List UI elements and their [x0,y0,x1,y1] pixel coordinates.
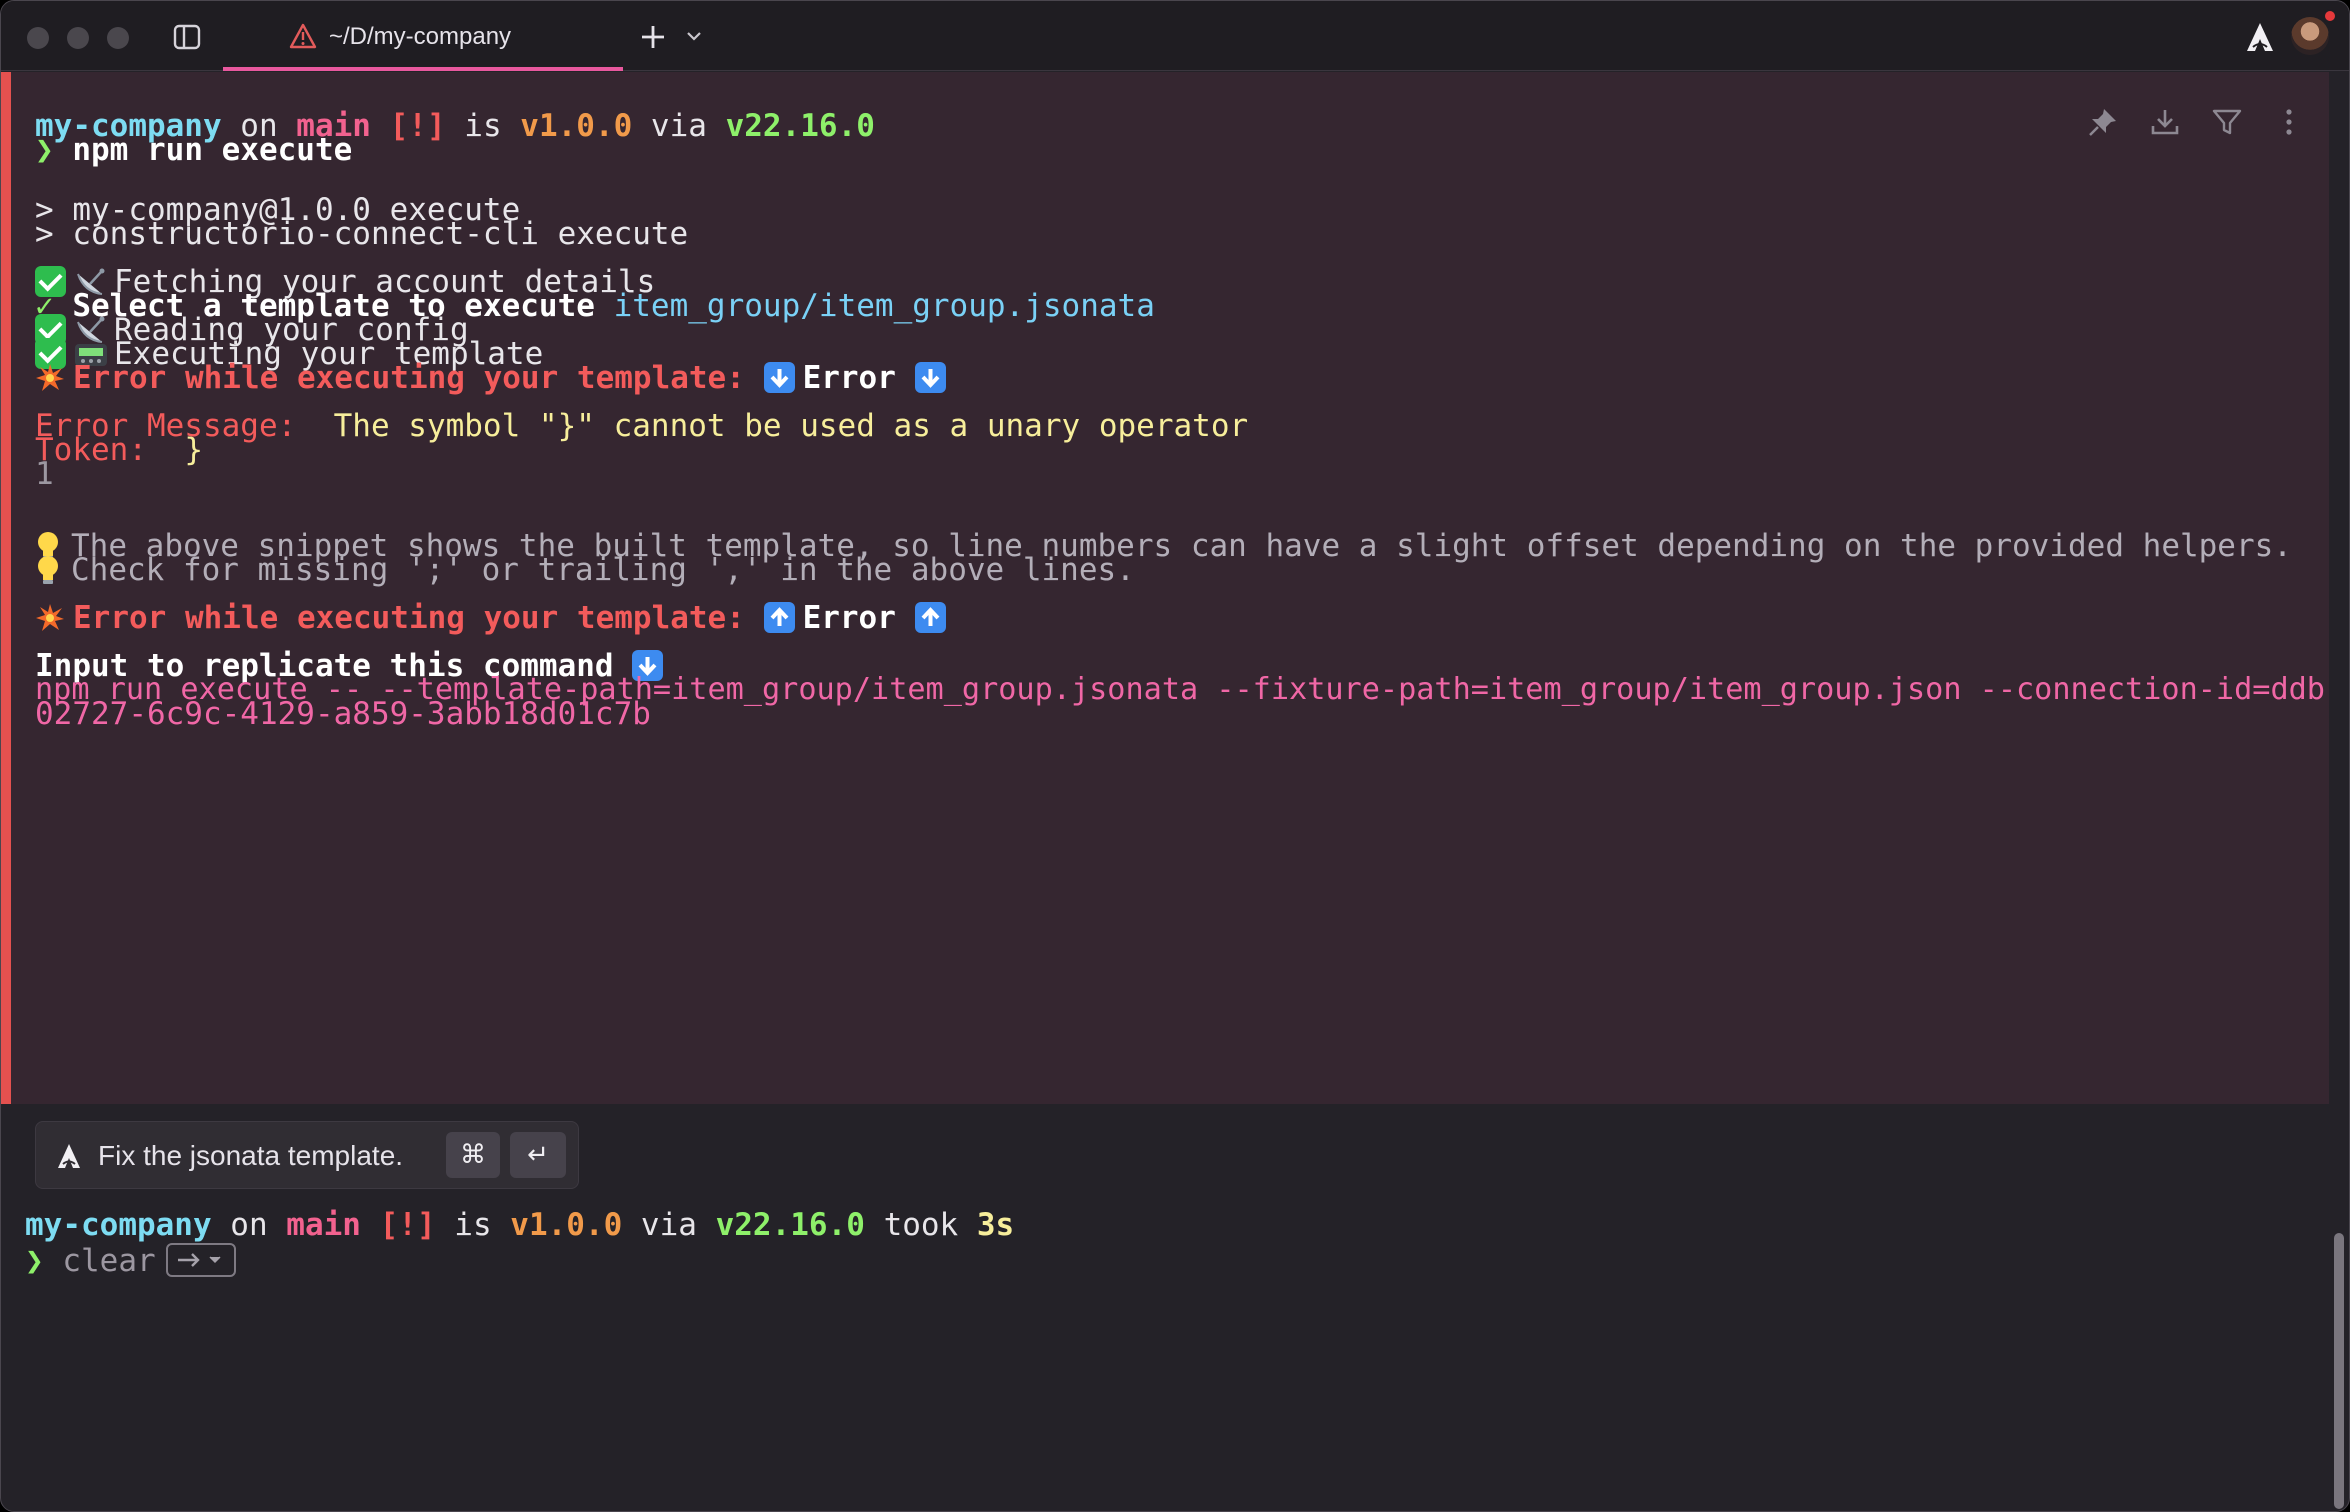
input-line[interactable]: ❯ clear [25,1243,236,1279]
lightbulb-icon [38,556,58,584]
block-actions [2087,106,2305,138]
notification-badge [2323,9,2337,23]
arrow-up-icon [763,602,795,633]
selected-template: item_group/item_group.jsonata [613,288,1155,324]
arrow-right-icon [177,1253,221,1267]
minimize-window-button[interactable] [67,27,89,49]
git-status: [!] [389,108,446,144]
command-duration: 3s [976,1207,1015,1243]
prompt-dir: my-company [25,1207,212,1243]
command-line: ❯ npm run execute [35,132,352,168]
tab-my-company[interactable]: ~/D/my-company [223,1,623,71]
sidebar-toggle-icon[interactable] [173,23,201,51]
download-icon[interactable] [2149,106,2181,138]
ghost-command: clear [62,1243,156,1279]
command-output-block[interactable]: my-company on main [!] is v1.0.0 via v22… [1,72,2329,1104]
scrollbar-thumb[interactable] [2334,1233,2344,1509]
avatar[interactable] [2291,17,2329,55]
app-logo-icon [58,1144,80,1168]
close-window-button[interactable] [27,27,49,49]
chevron-down-icon[interactable] [685,29,703,43]
error-header-text: Error while executing your template: [73,360,745,396]
active-tab-indicator [223,67,623,71]
error-word: Error [802,360,896,396]
error-header-up: Error while executing your template: Err… [35,600,954,636]
package-version: v1.0.0 [510,1207,623,1243]
node-version: v22.16.0 [715,1207,865,1243]
arrow-down-icon [914,362,946,393]
token-value: } [184,432,203,468]
hint-text-2: Check for missing ';' or trailing ',' in… [71,552,1135,588]
prompt-is: is [435,1207,511,1243]
token-line: Token: } [35,432,203,468]
hint-line-2: Check for missing ';' or trailing ',' in… [35,552,1135,588]
error-message-value: The symbol "}" cannot be used as a unary… [333,408,1249,444]
app-logo-icon[interactable] [2245,21,2275,53]
prompt-via: via [622,1207,716,1243]
error-message-line: Error Message: The symbol "}" cannot be … [35,408,1248,444]
warning-icon [289,23,317,49]
error-word: Error [802,600,896,636]
prompt-via: via [632,108,726,144]
ai-suggestion-chip[interactable]: Fix the jsonata template. ⌘ ↵ [35,1121,579,1189]
suggestion-text: Fix the jsonata template. [98,1140,404,1171]
prompt-arrow: ❯ [25,1243,44,1279]
prompt-is: is [445,108,521,144]
explosion-icon [36,604,64,631]
node-version: v22.16.0 [725,108,875,144]
zoom-window-button[interactable] [107,27,129,49]
error-header-text: Error while executing your template: [73,600,745,636]
line-number: 1 [35,456,54,492]
current-prompt-line: my-company on main [!] is v1.0.0 via v22… [25,1207,1014,1243]
output-line-cli: > constructorio-connect-cli execute [35,216,689,252]
enter-key-icon: ↵ [510,1132,566,1178]
plus-icon[interactable] [637,21,669,53]
more-vertical-icon[interactable] [2273,106,2305,138]
command-key-icon: ⌘ [446,1132,500,1178]
accept-suggestion-chip[interactable] [165,1243,236,1277]
replicate-command-2[interactable]: 02727-6c9c-4129-a859-3abb18d01c7b [35,696,651,732]
explosion-icon [36,364,64,391]
command-text: npm run execute [72,132,353,168]
prompt-took: took [864,1207,977,1243]
arrow-up-icon [914,602,946,633]
arrow-down-icon [763,362,795,393]
pin-icon[interactable] [2087,106,2119,138]
filter-icon[interactable] [2211,106,2243,138]
terminal-window: ~/D/my-company my-company on main [!] is… [0,0,2350,1512]
prompt-on: on [211,1207,287,1243]
tab-label: ~/D/my-company [329,23,512,50]
git-branch: main [286,1207,361,1243]
error-header-down: Error while executing your template: Err… [35,360,954,396]
prompt-arrow: ❯ [35,132,54,168]
title-bar: ~/D/my-company [1,1,2349,71]
package-version: v1.0.0 [520,108,633,144]
git-status: [!] [379,1207,436,1243]
